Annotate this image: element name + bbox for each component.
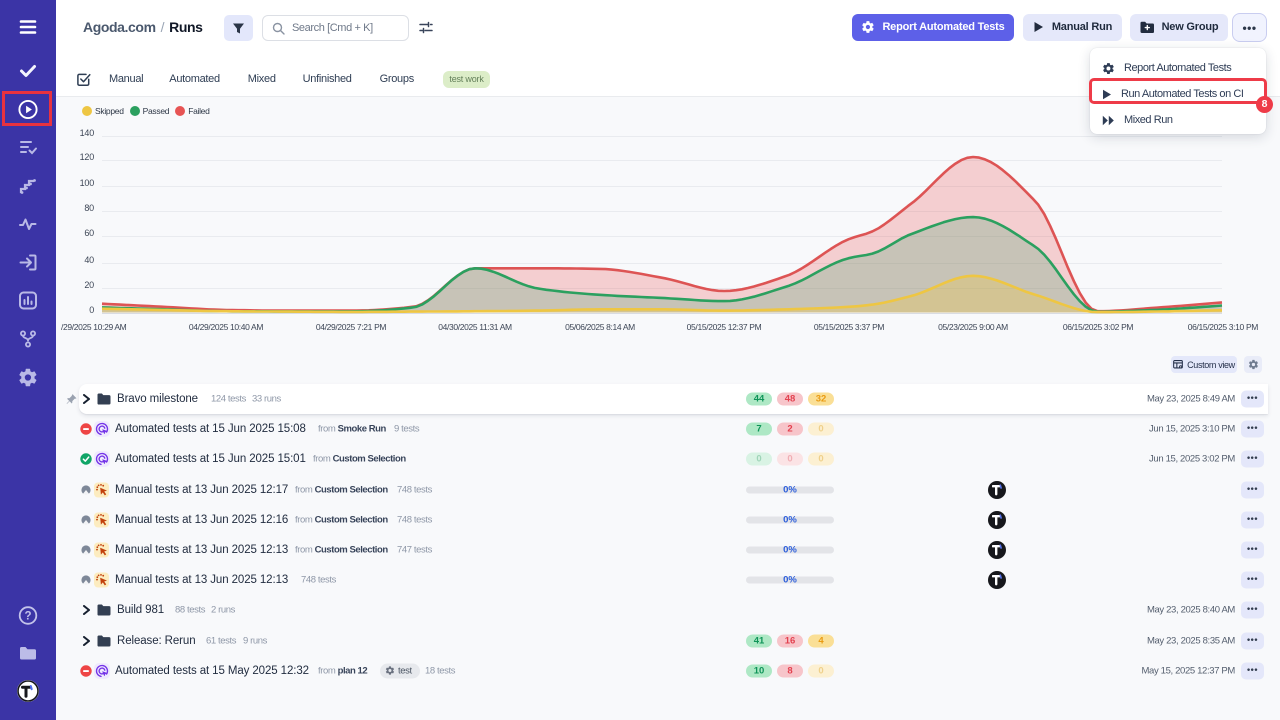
svg-text:?: ?	[24, 611, 31, 623]
